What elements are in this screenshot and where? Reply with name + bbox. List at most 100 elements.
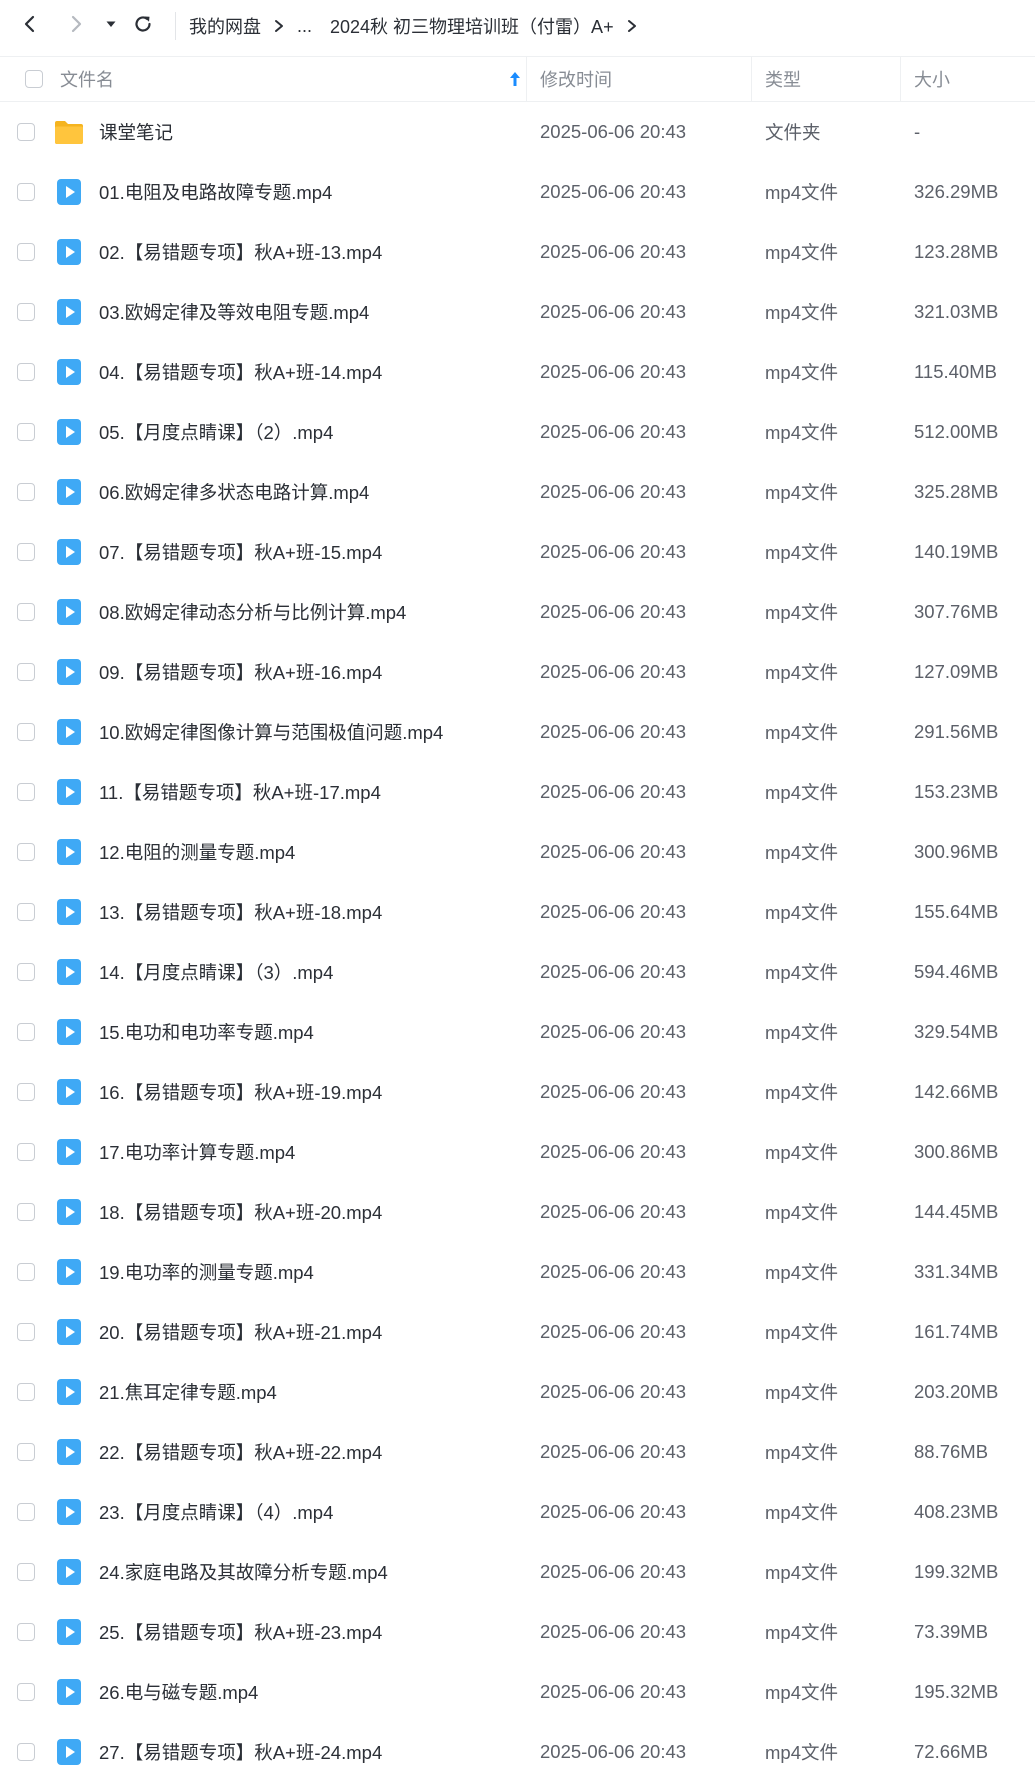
file-name[interactable]: 17.电功率计算专题.mp4 xyxy=(99,1122,295,1182)
file-row[interactable]: 24.家庭电路及其故障分析专题.mp4 2025-06-06 20:43 mp4文件… xyxy=(0,1542,1035,1602)
file-row[interactable]: 06.欧姆定律多状态电路计算.mp4 2025-06-06 20:43 mp4文件 3… xyxy=(0,462,1035,522)
file-row[interactable]: 21.焦耳定律专题.mp4 2025-06-06 20:43 mp4文件 203.20… xyxy=(0,1362,1035,1422)
chevron-right-icon[interactable] xyxy=(626,19,638,33)
row-checkbox[interactable] xyxy=(17,1563,35,1581)
file-row[interactable]: 09.【易错题专项】秋A+班-16.mp4 2025-06-06 20:43 mp4… xyxy=(0,642,1035,702)
row-checkbox[interactable] xyxy=(17,543,35,561)
file-name[interactable]: 16.【易错题专项】秋A+班-19.mp4 xyxy=(99,1062,382,1122)
row-checkbox[interactable] xyxy=(17,243,35,261)
file-row[interactable]: 15.电功和电功率专题.mp4 2025-06-06 20:43 mp4文件 329.… xyxy=(0,1002,1035,1062)
file-name[interactable]: 24.家庭电路及其故障分析专题.mp4 xyxy=(99,1542,388,1602)
row-checkbox[interactable] xyxy=(17,1443,35,1461)
row-checkbox[interactable] xyxy=(17,303,35,321)
row-checkbox[interactable] xyxy=(17,1083,35,1101)
file-name[interactable]: 23.【月度点睛课】（4）.mp4 xyxy=(99,1482,333,1542)
file-row[interactable]: 25.【易错题专项】秋A+班-23.mp4 2025-06-06 20:43 mp4… xyxy=(0,1602,1035,1662)
history-dropdown-button[interactable] xyxy=(98,12,124,40)
file-size: 153.23MB xyxy=(914,781,999,802)
file-name[interactable]: 04.【易错题专项】秋A+班-14.mp4 xyxy=(99,342,382,402)
column-header-modified[interactable]: 修改时间 xyxy=(540,57,612,101)
row-checkbox[interactable] xyxy=(17,483,35,501)
file-name[interactable]: 27.【易错题专项】秋A+班-24.mp4 xyxy=(99,1722,382,1782)
file-row[interactable]: 13.【易错题专项】秋A+班-18.mp4 2025-06-06 20:43 mp4… xyxy=(0,882,1035,942)
file-name[interactable]: 22.【易错题专项】秋A+班-22.mp4 xyxy=(99,1422,382,1482)
column-header-name[interactable]: 文件名 xyxy=(60,57,525,101)
file-modified: 2025-06-06 20:43 xyxy=(540,901,687,922)
row-checkbox[interactable] xyxy=(17,363,35,381)
file-name[interactable]: 07.【易错题专项】秋A+班-15.mp4 xyxy=(99,522,382,582)
file-row[interactable]: 19.电功率的测量专题.mp4 2025-06-06 20:43 mp4文件 331.… xyxy=(0,1242,1035,1302)
file-name[interactable]: 12.电阻的测量专题.mp4 xyxy=(99,822,295,882)
file-row[interactable]: 07.【易错题专项】秋A+班-15.mp4 2025-06-06 20:43 mp4… xyxy=(0,522,1035,582)
file-row[interactable]: 05.【月度点睛课】（2）.mp4 2025-06-06 20:43 mp4文件 51… xyxy=(0,402,1035,462)
file-row[interactable]: 16.【易错题专项】秋A+班-19.mp4 2025-06-06 20:43 mp4… xyxy=(0,1062,1035,1122)
file-row[interactable]: 08.欧姆定律动态分析与比例计算.mp4 2025-06-06 20:43 mp4文… xyxy=(0,582,1035,642)
file-name[interactable]: 08.欧姆定律动态分析与比例计算.mp4 xyxy=(99,582,406,642)
file-row-folder[interactable]: 课堂笔记 2025-06-06 20:43 文件夹 - xyxy=(0,102,1035,162)
file-row[interactable]: 23.【月度点睛课】（4）.mp4 2025-06-06 20:43 mp4文件 40… xyxy=(0,1482,1035,1542)
file-row[interactable]: 17.电功率计算专题.mp4 2025-06-06 20:43 mp4文件 300.8… xyxy=(0,1122,1035,1182)
file-name[interactable]: 25.【易错题专项】秋A+班-23.mp4 xyxy=(99,1602,382,1662)
column-header-size[interactable]: 大小 xyxy=(914,57,950,101)
video-file-icon xyxy=(53,296,85,328)
row-checkbox[interactable] xyxy=(17,1503,35,1521)
file-name[interactable]: 01.电阻及电路故障专题.mp4 xyxy=(99,162,332,222)
row-checkbox[interactable] xyxy=(17,723,35,741)
refresh-button[interactable] xyxy=(129,12,157,40)
file-row[interactable]: 20.【易错题专项】秋A+班-21.mp4 2025-06-06 20:43 mp4… xyxy=(0,1302,1035,1362)
file-name[interactable]: 06.欧姆定律多状态电路计算.mp4 xyxy=(99,462,369,522)
select-all-checkbox[interactable] xyxy=(25,70,43,88)
breadcrumb-ellipsis[interactable]: ... xyxy=(297,16,312,37)
file-row[interactable]: 14.【月度点睛课】（3）.mp4 2025-06-06 20:43 mp4文件 59… xyxy=(0,942,1035,1002)
file-name[interactable]: 21.焦耳定律专题.mp4 xyxy=(99,1362,277,1422)
file-row[interactable]: 27.【易错题专项】秋A+班-24.mp4 2025-06-06 20:43 mp4… xyxy=(0,1722,1035,1782)
file-name[interactable]: 03.欧姆定律及等效电阻专题.mp4 xyxy=(99,282,369,342)
row-checkbox[interactable] xyxy=(17,783,35,801)
file-row[interactable]: 03.欧姆定律及等效电阻专题.mp4 2025-06-06 20:43 mp4文件 3… xyxy=(0,282,1035,342)
column-header-type[interactable]: 类型 xyxy=(765,57,801,101)
row-checkbox[interactable] xyxy=(17,183,35,201)
file-row[interactable]: 11.【易错题专项】秋A+班-17.mp4 2025-06-06 20:43 mp4… xyxy=(0,762,1035,822)
row-checkbox[interactable] xyxy=(17,1383,35,1401)
file-row[interactable]: 12.电阻的测量专题.mp4 2025-06-06 20:43 mp4文件 300.9… xyxy=(0,822,1035,882)
file-name[interactable]: 18.【易错题专项】秋A+班-20.mp4 xyxy=(99,1182,382,1242)
back-button[interactable] xyxy=(16,12,44,40)
file-name[interactable]: 02.【易错题专项】秋A+班-13.mp4 xyxy=(99,222,382,282)
breadcrumb-root[interactable]: 我的网盘 xyxy=(189,13,261,39)
row-checkbox[interactable] xyxy=(17,1263,35,1281)
file-row[interactable]: 01.电阻及电路故障专题.mp4 2025-06-06 20:43 mp4文件 326… xyxy=(0,162,1035,222)
file-name[interactable]: 13.【易错题专项】秋A+班-18.mp4 xyxy=(99,882,382,942)
row-checkbox[interactable] xyxy=(17,1023,35,1041)
file-name[interactable]: 20.【易错题专项】秋A+班-21.mp4 xyxy=(99,1302,382,1362)
file-name[interactable]: 15.电功和电功率专题.mp4 xyxy=(99,1002,314,1062)
file-name[interactable]: 10.欧姆定律图像计算与范围极值问题.mp4 xyxy=(99,702,443,762)
row-checkbox[interactable] xyxy=(17,1683,35,1701)
forward-button[interactable] xyxy=(62,12,90,40)
file-name[interactable]: 05.【月度点睛课】（2）.mp4 xyxy=(99,402,333,462)
file-row[interactable]: 10.欧姆定律图像计算与范围极值问题.mp4 2025-06-06 20:43 mp… xyxy=(0,702,1035,762)
file-row[interactable]: 22.【易错题专项】秋A+班-22.mp4 2025-06-06 20:43 mp4… xyxy=(0,1422,1035,1482)
file-name[interactable]: 26.电与磁专题.mp4 xyxy=(99,1662,258,1722)
file-row[interactable]: 18.【易错题专项】秋A+班-20.mp4 2025-06-06 20:43 mp4… xyxy=(0,1182,1035,1242)
row-checkbox[interactable] xyxy=(17,663,35,681)
row-checkbox[interactable] xyxy=(17,123,35,141)
file-row[interactable]: 26.电与磁专题.mp4 2025-06-06 20:43 mp4文件 195.32M… xyxy=(0,1662,1035,1722)
row-checkbox[interactable] xyxy=(17,903,35,921)
file-row[interactable]: 02.【易错题专项】秋A+班-13.mp4 2025-06-06 20:43 mp4… xyxy=(0,222,1035,282)
row-checkbox[interactable] xyxy=(17,963,35,981)
row-checkbox[interactable] xyxy=(17,423,35,441)
row-checkbox[interactable] xyxy=(17,1323,35,1341)
file-name[interactable]: 19.电功率的测量专题.mp4 xyxy=(99,1242,314,1302)
row-checkbox[interactable] xyxy=(17,843,35,861)
folder-icon xyxy=(53,116,85,148)
file-name[interactable]: 课堂笔记 xyxy=(99,102,173,162)
row-checkbox[interactable] xyxy=(17,1743,35,1761)
file-row[interactable]: 04.【易错题专项】秋A+班-14.mp4 2025-06-06 20:43 mp4… xyxy=(0,342,1035,402)
row-checkbox[interactable] xyxy=(17,1623,35,1641)
row-checkbox[interactable] xyxy=(17,1203,35,1221)
file-name[interactable]: 09.【易错题专项】秋A+班-16.mp4 xyxy=(99,642,382,702)
file-name[interactable]: 14.【月度点睛课】（3）.mp4 xyxy=(99,942,333,1002)
file-name[interactable]: 11.【易错题专项】秋A+班-17.mp4 xyxy=(99,762,381,822)
row-checkbox[interactable] xyxy=(17,1143,35,1161)
row-checkbox[interactable] xyxy=(17,603,35,621)
